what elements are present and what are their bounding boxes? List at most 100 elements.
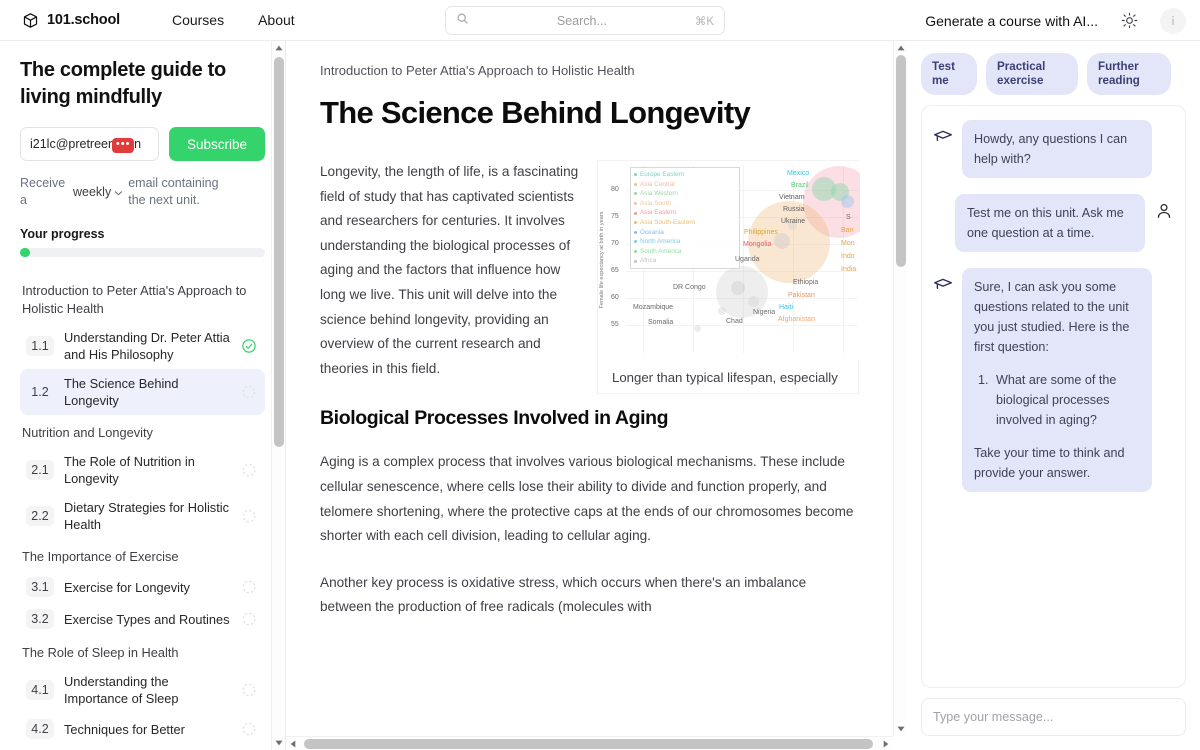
toc-unit-label: Understanding Dr. Peter Attia and His Ph… bbox=[64, 330, 230, 362]
search-input[interactable]: Search... ⌘K bbox=[445, 6, 725, 35]
graduation-cap-icon bbox=[932, 274, 954, 296]
horizontal-scrollbar-thumb[interactable] bbox=[304, 739, 873, 749]
email-field[interactable]: i21lc@pretreer ••• n bbox=[20, 127, 159, 161]
app-root: 101.school Courses About Search... ⌘K Ge… bbox=[0, 0, 1200, 750]
search-placeholder: Search... bbox=[556, 13, 607, 28]
legend-item: Asia South bbox=[634, 199, 736, 209]
toc-unit-number: 4.2 bbox=[26, 719, 54, 739]
bubble-marker bbox=[731, 281, 745, 295]
chart-point-label: Brazil bbox=[791, 182, 809, 189]
scroll-down-arrow-icon[interactable] bbox=[272, 736, 285, 750]
toc-unit-1-2[interactable]: 1.2 The Science Behind Longevity bbox=[20, 369, 265, 415]
scroll-right-arrow-icon[interactable] bbox=[879, 737, 893, 750]
chat-bubble-intro: Sure, I can ask you some questions relat… bbox=[974, 280, 1130, 354]
nav-item-about[interactable]: About bbox=[258, 12, 295, 28]
chat-message-assistant: Sure, I can ask you some questions relat… bbox=[932, 268, 1175, 492]
legend-label: Africa bbox=[640, 257, 657, 265]
progress-bar-fill bbox=[20, 248, 30, 257]
legend-item: Europe Eastern bbox=[634, 170, 736, 180]
toc-unit-2-1[interactable]: 2.1 The Role of Nutrition in Longevity bbox=[20, 447, 265, 493]
chart-point-label: Somalia bbox=[648, 319, 674, 326]
chart-point-label: Indo bbox=[841, 253, 855, 260]
subscribe-button[interactable]: Subscribe bbox=[168, 127, 265, 161]
chart-point-label: Ethiopia bbox=[793, 279, 819, 286]
toc-chapter-title: Introduction to Peter Attia's Approach t… bbox=[22, 283, 247, 316]
legend-item: Asia Eastern bbox=[634, 208, 736, 218]
toc-unit-2-2[interactable]: 2.2 Dietary Strategies for Holistic Heal… bbox=[20, 493, 265, 539]
pending-circle-icon bbox=[241, 462, 257, 478]
toc-unit-label: The Science Behind Longevity bbox=[64, 376, 179, 408]
header-actions: Generate a course with AI... i bbox=[925, 0, 1186, 41]
chart-point-label: Ban bbox=[841, 227, 854, 234]
toc-unit-3-1[interactable]: 3.1 Exercise for Longevity bbox=[20, 571, 265, 603]
chat-messages: Howdy, any questions I can help with? Te… bbox=[921, 105, 1186, 688]
brand-logo[interactable]: 101.school bbox=[22, 12, 120, 29]
main-nav: Courses About bbox=[172, 12, 295, 28]
sun-icon[interactable] bbox=[1118, 10, 1140, 32]
receive-prefix-label: Receive a bbox=[20, 176, 66, 207]
pending-circle-icon bbox=[241, 682, 257, 698]
chart-y-tick: 55 bbox=[611, 321, 619, 328]
content-vertical-scrollbar[interactable] bbox=[893, 41, 907, 736]
body-paragraph: Another key process is oxidative stress,… bbox=[320, 574, 807, 615]
chart-point-label: DR Congo bbox=[673, 284, 706, 291]
chart-y-tick: 75 bbox=[611, 213, 619, 220]
chip-further-reading[interactable]: Further reading bbox=[1087, 53, 1171, 95]
chat-bubble: Howdy, any questions I can help with? bbox=[962, 120, 1152, 178]
scroll-up-arrow-icon[interactable] bbox=[272, 41, 285, 55]
toc-unit-4-1[interactable]: 4.1 Understanding the Importance of Slee… bbox=[20, 667, 265, 713]
scroll-up-arrow-icon[interactable] bbox=[894, 41, 908, 55]
frequency-select[interactable]: weekly bbox=[73, 184, 123, 201]
chat-suggestion-chips: Test me Practical exercise Further readi… bbox=[921, 53, 1186, 95]
chart-point-label: Russia bbox=[783, 206, 805, 213]
progress-label: Your progress bbox=[20, 227, 105, 241]
bubble-marker bbox=[748, 296, 759, 307]
generate-course-ai-button[interactable]: Generate a course with AI... bbox=[925, 13, 1098, 29]
sidebar-scrollbar[interactable] bbox=[271, 41, 285, 750]
legend-item: Africa bbox=[634, 256, 736, 266]
person-icon bbox=[1153, 200, 1175, 222]
chart-y-tick: 80 bbox=[611, 186, 619, 193]
toc-unit-4-2[interactable]: 4.2 Techniques for Better bbox=[20, 713, 265, 745]
scatter-chart: Female life expectancy at birth in years… bbox=[598, 161, 860, 361]
bubble-marker bbox=[841, 195, 854, 208]
chat-bubble: Sure, I can ask you some questions relat… bbox=[962, 268, 1152, 492]
chip-test-me[interactable]: Test me bbox=[921, 53, 977, 95]
pending-circle-icon bbox=[241, 579, 257, 595]
chat-message-user: Test me on this unit. Ask me one questio… bbox=[932, 194, 1175, 252]
scroll-down-arrow-icon[interactable] bbox=[894, 722, 908, 736]
nav-item-courses[interactable]: Courses bbox=[172, 12, 224, 28]
sidebar-content: The complete guide to living mindfully i… bbox=[0, 41, 285, 750]
graduation-cap-icon bbox=[932, 126, 954, 148]
toc-unit-number: 1.2 bbox=[31, 385, 49, 399]
chart-point-label: Uganda bbox=[735, 256, 760, 263]
chat-input[interactable]: Type your message... bbox=[921, 698, 1186, 736]
avatar[interactable]: i bbox=[1160, 7, 1186, 34]
chat-bubble: Test me on this unit. Ask me one questio… bbox=[955, 194, 1145, 252]
scroll-left-arrow-icon[interactable] bbox=[286, 737, 300, 750]
chart-point-label: S bbox=[846, 214, 851, 221]
email-redaction-badge: ••• bbox=[112, 137, 135, 153]
check-circle-icon bbox=[241, 338, 257, 354]
chat-panel: Test me Practical exercise Further readi… bbox=[907, 41, 1200, 750]
legend-label: Asia South-Eastern bbox=[640, 218, 696, 226]
content-horizontal-scrollbar[interactable] bbox=[286, 736, 893, 750]
chart-point-label: India bbox=[841, 266, 857, 273]
section-heading: Biological Processes Involved in Aging bbox=[320, 407, 669, 430]
toc-unit-number: 2.2 bbox=[26, 506, 54, 526]
top-header: 101.school Courses About Search... ⌘K Ge… bbox=[0, 0, 1200, 41]
toc-unit-1-1[interactable]: 1.1 Understanding Dr. Peter Attia and Hi… bbox=[20, 323, 265, 369]
toc-unit-3-2[interactable]: 3.2 Exercise Types and Routines bbox=[20, 603, 265, 635]
unit-scroll-area: Introduction to Peter Attia's Approach t… bbox=[286, 41, 893, 736]
content-scrollbar-thumb[interactable] bbox=[896, 55, 906, 267]
legend-label: South America bbox=[640, 247, 682, 255]
frequency-row: Receive a weekly email containing the ne… bbox=[20, 175, 270, 209]
chip-practical-exercise[interactable]: Practical exercise bbox=[986, 53, 1078, 95]
legend-item: Asia South-Eastern bbox=[634, 218, 736, 228]
toc-chapter-title: The Role of Sleep in Health bbox=[22, 645, 179, 660]
course-title: The complete guide to living mindfully bbox=[20, 59, 226, 108]
sidebar-scrollbar-thumb[interactable] bbox=[274, 57, 284, 447]
frequency-value: weekly bbox=[73, 184, 112, 199]
toc-unit-label: Techniques for Better bbox=[64, 721, 185, 737]
toc-unit-number: 3.2 bbox=[26, 609, 54, 629]
